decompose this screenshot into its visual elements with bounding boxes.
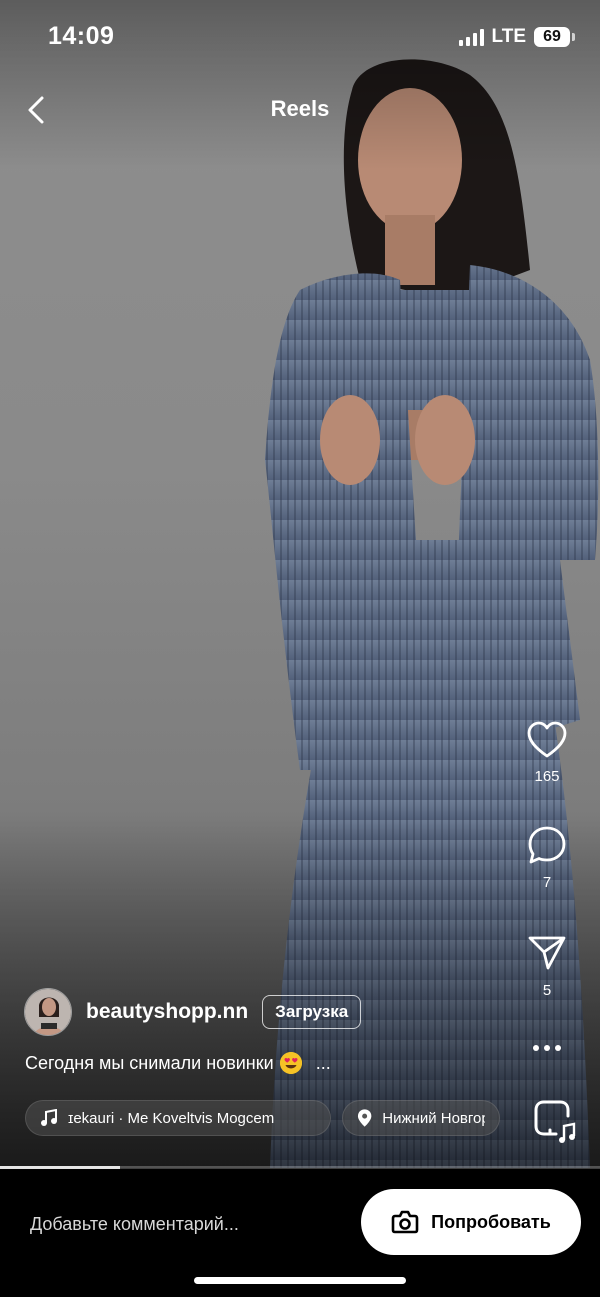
heart-eyes-emoji [279,1052,302,1074]
location-pill[interactable]: Нижний Новгор [342,1100,500,1136]
share-action[interactable]: 5 [518,932,576,999]
comment-action[interactable]: 7 [518,824,576,891]
try-button[interactable]: Попробовать [361,1189,581,1255]
share-count: 5 [542,982,552,999]
comment-count: 7 [542,874,552,891]
comment-input[interactable] [30,1209,330,1239]
try-button-label: Попробовать [431,1211,551,1232]
avatar[interactable] [24,988,72,1036]
paper-plane-icon[interactable] [526,932,568,974]
battery-icon: 69 [534,27,575,47]
audio-pill[interactable]: ɪekauri · Me Koveltvis Mogcem [25,1100,331,1136]
home-indicator [194,1277,406,1284]
status-time: 14:09 [48,22,115,50]
comment-icon[interactable] [526,824,568,866]
location-name: Нижний Новгор [382,1109,485,1127]
like-count: 165 [534,768,560,785]
remix-audio-icon [534,1100,576,1143]
post-author: beautyshopp.nn Загрузка [24,988,362,1036]
heart-icon[interactable] [526,720,568,760]
follow-button[interactable]: Загрузка [262,995,362,1029]
avatar-image [25,989,71,1035]
status-bar: 14:09 LTE 69 [0,0,600,76]
caption[interactable]: Сегодня мы снимали новинки ... [25,1052,331,1074]
caption-more[interactable]: ... [316,1053,331,1074]
remix-audio-button[interactable] [530,1096,578,1144]
network-type: LTE [491,26,526,47]
status-indicators: LTE 69 [458,26,575,48]
page-title: Reels [270,96,330,121]
more-action[interactable] [518,1038,576,1058]
audio-title: ɪekauri · Me Koveltvis Mogcem [68,1109,275,1127]
more-horizontal-icon[interactable] [532,1038,562,1058]
username[interactable]: beautyshopp.nn [86,1000,248,1024]
like-action[interactable]: 165 [518,720,576,785]
battery-level: 69 [543,28,561,45]
music-note-icon [41,1109,57,1126]
caption-text: Сегодня мы снимали новинки [25,1052,274,1073]
camera-icon [391,1210,419,1234]
cellular-signal-icon [458,28,484,46]
location-pin-icon [357,1109,372,1127]
